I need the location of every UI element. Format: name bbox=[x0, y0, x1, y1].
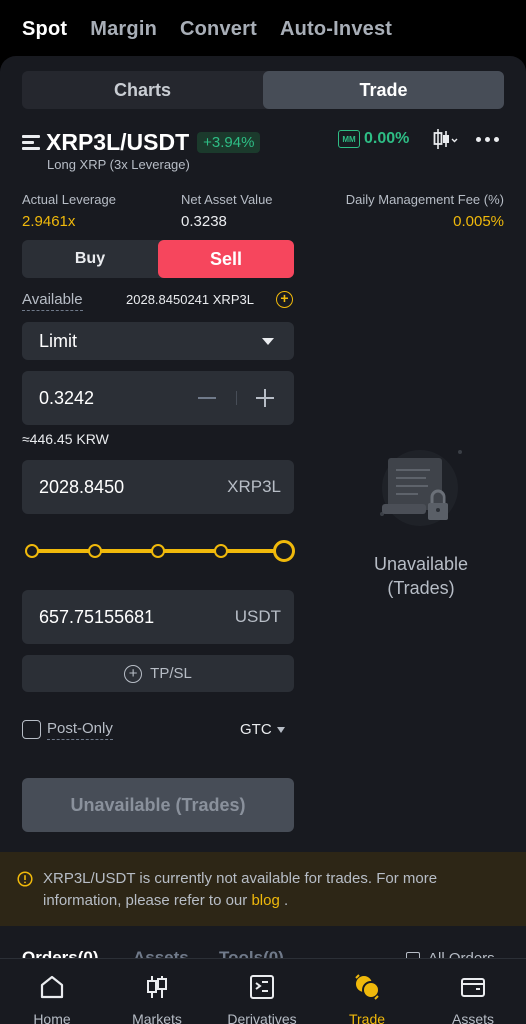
side-toggle: Buy Sell bbox=[22, 240, 294, 278]
chevron-down-icon bbox=[262, 338, 274, 345]
total-value: 657.75155681 bbox=[39, 607, 155, 627]
nav-assets-label: Assets bbox=[451, 1011, 494, 1024]
price-approx-krw: ≈446.45 KRW bbox=[22, 431, 109, 447]
available-value: 2028.8450241 XRP3L bbox=[126, 292, 254, 307]
chevron-down-icon[interactable] bbox=[277, 727, 285, 733]
pair-menu-icon[interactable] bbox=[22, 134, 40, 150]
pair-header: XRP3L/USDT +3.94% MM 0.00% bbox=[22, 128, 504, 156]
nav-label[interactable]: Net Asset Value bbox=[181, 192, 273, 207]
mm-value[interactable]: 0.00% bbox=[364, 130, 409, 148]
tpsl-label: TP/SL bbox=[150, 665, 192, 682]
buy-button[interactable]: Buy bbox=[22, 240, 158, 278]
nav-derivatives-label: Derivatives bbox=[227, 1011, 297, 1024]
candlestick-chart-icon[interactable] bbox=[432, 128, 458, 150]
stepper-divider bbox=[236, 391, 237, 405]
add-funds-icon[interactable]: + bbox=[276, 291, 293, 308]
unavailable-line-2: (Trades) bbox=[387, 578, 455, 598]
derivatives-icon bbox=[250, 975, 274, 999]
price-value: 0.3242 bbox=[39, 388, 95, 408]
nav-trade[interactable]: Trade bbox=[317, 959, 417, 1024]
home-icon bbox=[40, 975, 64, 999]
quantity-value: 2028.8450 bbox=[39, 477, 125, 497]
view-toggle: Charts Trade bbox=[22, 71, 504, 109]
trade-toggle-button[interactable]: Trade bbox=[263, 71, 504, 109]
slider-stop-0[interactable] bbox=[25, 544, 39, 558]
notice-text: XRP3L/USDT is currently not available fo… bbox=[43, 868, 503, 912]
slider-handle[interactable] bbox=[273, 540, 295, 562]
notice-suffix: . bbox=[279, 892, 289, 909]
more-options-icon[interactable] bbox=[476, 137, 499, 142]
plus-icon-vertical[interactable] bbox=[264, 389, 266, 407]
amount-slider[interactable] bbox=[22, 538, 295, 564]
actual-leverage-value: 2.9461x bbox=[22, 213, 76, 230]
nav-value: 0.3238 bbox=[181, 213, 227, 230]
nav-assets[interactable]: Assets bbox=[423, 959, 523, 1024]
tab-auto-invest[interactable]: Auto-Invest bbox=[280, 18, 392, 41]
price-change-badge: +3.94% bbox=[197, 131, 261, 153]
blog-link[interactable]: blog bbox=[251, 892, 279, 909]
nav-home-label: Home bbox=[33, 1011, 71, 1024]
slider-stop-50[interactable] bbox=[151, 544, 165, 558]
bottom-nav: Home Markets Derivatives Trade Assets bbox=[0, 958, 526, 1024]
post-only-label[interactable]: Post-Only bbox=[47, 720, 113, 740]
warning-icon bbox=[17, 871, 33, 887]
charts-toggle-button[interactable]: Charts bbox=[22, 71, 263, 109]
actual-leverage-label[interactable]: Actual Leverage bbox=[22, 192, 116, 207]
add-circle-icon: + bbox=[124, 664, 143, 683]
slider-stop-25[interactable] bbox=[88, 544, 102, 558]
sell-button[interactable]: Sell bbox=[158, 240, 294, 278]
nav-derivatives[interactable]: Derivatives bbox=[212, 959, 312, 1024]
trade-icon bbox=[355, 974, 380, 1000]
order-type-value: Limit bbox=[39, 331, 78, 351]
pair-symbol[interactable]: XRP3L/USDT bbox=[46, 129, 189, 156]
quantity-unit: XRP3L bbox=[227, 477, 281, 496]
time-in-force-select[interactable]: GTC bbox=[240, 721, 272, 738]
markets-icon bbox=[147, 976, 167, 998]
unavailable-line-1: Unavailable bbox=[373, 554, 469, 574]
price-input[interactable]: 0.3242 bbox=[22, 371, 294, 425]
tpsl-button[interactable]: + TP/SL bbox=[22, 655, 294, 692]
fee-value: 0.005% bbox=[453, 213, 504, 230]
nav-home[interactable]: Home bbox=[2, 959, 102, 1024]
nav-trade-label: Trade bbox=[348, 1011, 386, 1024]
wallet-icon bbox=[461, 978, 485, 997]
top-nav: Spot Margin Convert Auto-Invest bbox=[0, 0, 526, 58]
nav-markets[interactable]: Markets bbox=[107, 959, 207, 1024]
notice-message: XRP3L/USDT is currently not available fo… bbox=[43, 870, 438, 909]
tab-margin[interactable]: Margin bbox=[90, 18, 157, 41]
order-type-select[interactable]: Limit bbox=[22, 322, 294, 360]
slider-stop-75[interactable] bbox=[214, 544, 228, 558]
quantity-input[interactable]: 2028.8450 XRP3L bbox=[22, 460, 294, 514]
mm-icon[interactable]: MM bbox=[338, 130, 360, 148]
tab-convert[interactable]: Convert bbox=[180, 18, 257, 41]
fee-label[interactable]: Daily Management Fee (%) bbox=[346, 192, 504, 207]
nav-markets-label: Markets bbox=[132, 1011, 182, 1024]
post-only-checkbox[interactable] bbox=[22, 720, 41, 739]
tab-spot[interactable]: Spot bbox=[22, 18, 67, 41]
unavailable-trades-message: Unavailable (Trades) bbox=[340, 552, 502, 600]
total-input[interactable]: 657.75155681 USDT bbox=[22, 590, 294, 644]
minus-icon[interactable] bbox=[198, 397, 216, 399]
pair-subtitle: Long XRP (3x Leverage) bbox=[47, 157, 190, 172]
submit-order-button[interactable]: Unavailable (Trades) bbox=[22, 778, 294, 832]
document-lock-icon bbox=[380, 450, 462, 526]
available-label[interactable]: Available bbox=[22, 291, 83, 311]
total-unit: USDT bbox=[234, 607, 281, 626]
